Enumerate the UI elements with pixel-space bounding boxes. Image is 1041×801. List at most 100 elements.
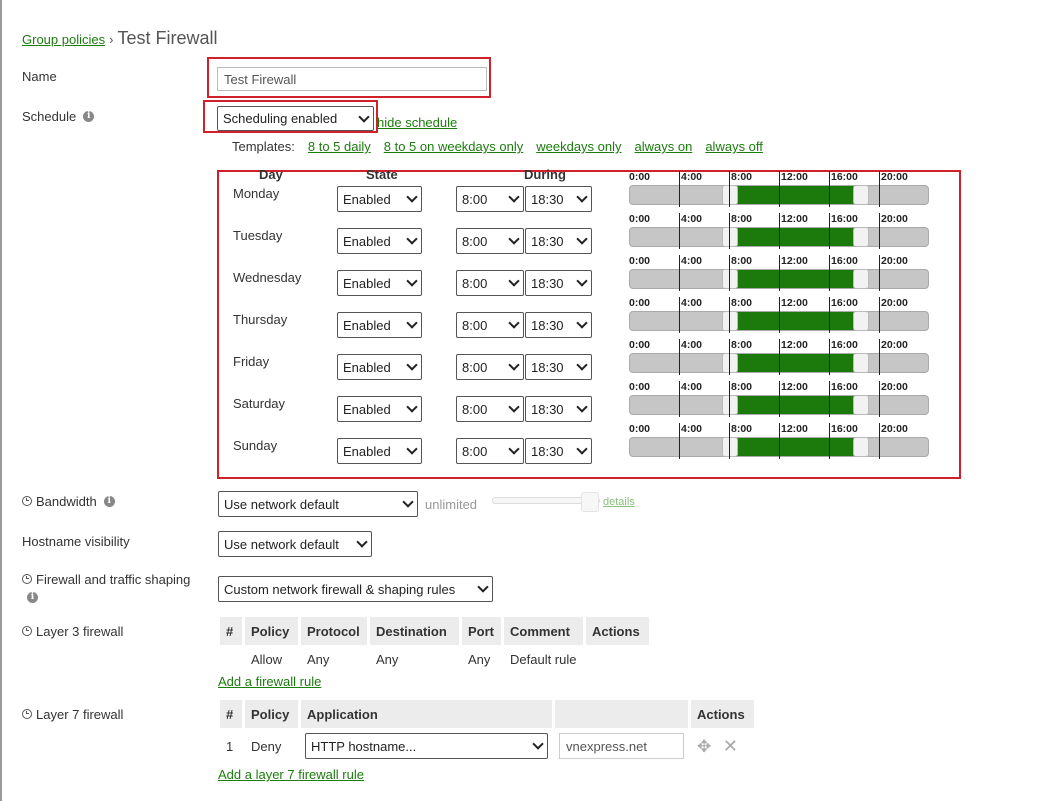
template-always-on-link[interactable]: always on <box>635 139 693 154</box>
layer7-application-select[interactable]: HTTP hostname... <box>305 733 548 759</box>
chevron-down-icon <box>576 317 588 329</box>
day-schedule-start-handle[interactable] <box>722 185 738 205</box>
schedule-tick-label: 8:00 <box>731 213 753 225</box>
schedule-tick-line <box>829 171 830 207</box>
day-schedule-active-range <box>730 354 862 372</box>
day-to-value: 18:30 <box>531 359 564 375</box>
breadcrumb-separator: › <box>109 32 114 47</box>
schedule-select[interactable]: Scheduling enabled <box>217 106 374 131</box>
chevron-down-icon <box>508 443 520 455</box>
layer3-col-policy: Policy <box>245 617 298 645</box>
clock-icon <box>22 625 32 636</box>
schedule-tick-label: 20:00 <box>881 255 908 267</box>
day-to-select[interactable]: 18:30 <box>525 312 592 338</box>
day-from-select[interactable]: 8:00 <box>456 396 524 422</box>
chevron-down-icon <box>508 275 520 287</box>
schedule-tick-label: 4:00 <box>681 255 703 267</box>
day-name: Saturday <box>233 396 286 411</box>
day-schedule-start-handle[interactable] <box>722 437 738 457</box>
chevron-down-icon <box>576 233 588 245</box>
day-from-value: 8:00 <box>462 443 488 459</box>
layer7-row-value-cell: vnexpress.net <box>555 728 688 764</box>
layer3-col-destination: Destination <box>370 617 459 645</box>
day-schedule-start-handle[interactable] <box>722 227 738 247</box>
schedule-tick-label: 8:00 <box>731 171 753 183</box>
layer7-row-actions: ✥ ✕ <box>691 728 754 764</box>
name-input[interactable]: Test Firewall <box>217 67 487 91</box>
day-schedule-end-handle[interactable] <box>853 227 870 247</box>
schedule-tick-label: 8:00 <box>731 381 753 393</box>
day-from-select[interactable]: 8:00 <box>456 438 524 464</box>
template-always-off-link[interactable]: always off <box>705 139 763 154</box>
hide-schedule-link[interactable]: hide schedule <box>377 115 457 130</box>
day-from-select[interactable]: 8:00 <box>456 354 524 380</box>
day-schedule-end-handle[interactable] <box>853 269 870 289</box>
day-from-select[interactable]: 8:00 <box>456 312 524 338</box>
delete-icon[interactable]: ✕ <box>723 736 738 757</box>
day-to-select[interactable]: 18:30 <box>525 354 592 380</box>
day-to-value: 18:30 <box>531 275 564 291</box>
schedule-tick-line <box>829 297 830 333</box>
day-schedule-end-handle[interactable] <box>853 395 870 415</box>
table-row: Allow Any Any Any Default rule <box>220 645 649 673</box>
schedule-tick-line <box>679 255 680 291</box>
day-schedule-start-handle[interactable] <box>722 311 738 331</box>
day-from-value: 8:00 <box>462 233 488 249</box>
schedule-tick-line <box>729 423 730 459</box>
day-column-header: Day <box>259 167 283 182</box>
day-schedule-end-handle[interactable] <box>853 311 870 331</box>
add-layer7-rule-link[interactable]: Add a layer 7 firewall rule <box>218 767 364 782</box>
day-schedule-start-handle[interactable] <box>722 269 738 289</box>
day-state-select[interactable]: Enabled <box>337 228 422 254</box>
day-to-select[interactable]: 18:30 <box>525 186 592 212</box>
day-state-value: Enabled <box>343 401 391 417</box>
day-schedule-start-handle[interactable] <box>722 395 738 415</box>
day-state-select[interactable]: Enabled <box>337 312 422 338</box>
info-icon[interactable]: i <box>83 111 95 122</box>
bandwidth-slider-handle[interactable] <box>581 492 599 512</box>
schedule-tick-line <box>679 213 680 249</box>
schedule-tick-label: 20:00 <box>881 171 908 183</box>
day-schedule-end-handle[interactable] <box>853 353 870 373</box>
day-to-select[interactable]: 18:30 <box>525 396 592 422</box>
template-8-to-5-weekdays-link[interactable]: 8 to 5 on weekdays only <box>384 139 523 154</box>
schedule-select-value: Scheduling enabled <box>223 111 338 126</box>
bandwidth-select[interactable]: Use network default <box>218 491 418 517</box>
template-8-to-5-daily-link[interactable]: 8 to 5 daily <box>308 139 371 154</box>
day-to-select[interactable]: 18:30 <box>525 228 592 254</box>
day-to-select[interactable]: 18:30 <box>525 270 592 296</box>
day-state-select[interactable]: Enabled <box>337 396 422 422</box>
day-schedule-end-handle[interactable] <box>853 437 870 457</box>
bandwidth-details-link[interactable]: details <box>603 496 635 508</box>
day-name: Wednesday <box>233 270 302 285</box>
info-icon[interactable]: i <box>27 592 38 603</box>
breadcrumb-group-policies-link[interactable]: Group policies <box>22 32 105 47</box>
template-weekdays-only-link[interactable]: weekdays only <box>536 139 621 154</box>
day-from-select[interactable]: 8:00 <box>456 228 524 254</box>
move-icon[interactable]: ✥ <box>697 737 711 757</box>
layer7-value-input[interactable]: vnexpress.net <box>559 733 684 759</box>
layer3-col-number: # <box>220 617 242 645</box>
day-schedule-end-handle[interactable] <box>853 185 870 205</box>
day-from-select[interactable]: 8:00 <box>456 186 524 212</box>
schedule-tick-label: 12:00 <box>781 423 808 435</box>
day-name: Thursday <box>233 312 288 327</box>
add-firewall-rule-link[interactable]: Add a firewall rule <box>218 674 321 689</box>
day-schedule-start-handle[interactable] <box>722 353 738 373</box>
schedule-tick-line <box>679 423 680 459</box>
day-state-select[interactable]: Enabled <box>337 270 422 296</box>
info-icon[interactable]: i <box>103 496 115 507</box>
day-from-select[interactable]: 8:00 <box>456 270 524 296</box>
schedule-tick-line <box>729 213 730 249</box>
day-state-select[interactable]: Enabled <box>337 354 422 380</box>
day-state-select[interactable]: Enabled <box>337 186 422 212</box>
day-from-value: 8:00 <box>462 401 488 417</box>
day-to-select[interactable]: 18:30 <box>525 438 592 464</box>
firewall-shaping-select[interactable]: Custom network firewall & shaping rules <box>218 576 493 602</box>
hostname-visibility-select[interactable]: Use network default <box>218 531 372 557</box>
day-state-value: Enabled <box>343 275 391 291</box>
schedule-label-text: Schedule <box>22 109 77 124</box>
schedule-tick-line <box>779 339 780 375</box>
day-state-select[interactable]: Enabled <box>337 438 422 464</box>
schedule-tick-label: 20:00 <box>881 297 908 309</box>
